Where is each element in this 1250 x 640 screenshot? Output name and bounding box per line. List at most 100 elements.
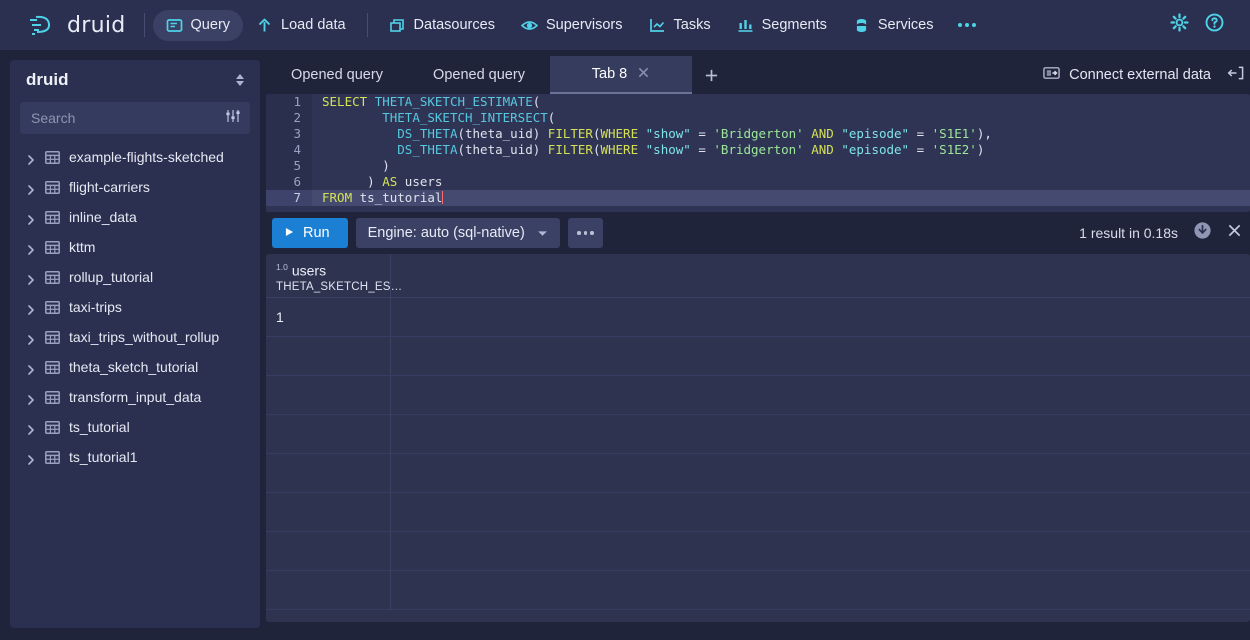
table-cell[interactable] (391, 415, 1250, 453)
table-row[interactable] (266, 415, 1250, 454)
datasource-sidebar: druid exampl (10, 60, 260, 628)
nav-item-supervisors[interactable]: Supervisors (508, 10, 636, 41)
table-row[interactable] (266, 571, 1250, 610)
results-column-header-users[interactable]: 1.0users THETA_SKETCH_ES… (266, 254, 391, 297)
filter-sliders-icon[interactable] (225, 108, 241, 129)
datasource-item[interactable]: taxi-trips (10, 292, 260, 322)
ellipsis-dot (972, 23, 976, 27)
table-icon (45, 270, 60, 285)
datasource-item[interactable]: rollup_tutorial (10, 262, 260, 292)
table-cell[interactable] (266, 337, 391, 375)
chevron-right-icon[interactable] (26, 302, 36, 312)
line-number: 5 (266, 158, 312, 174)
ellipsis-dot (965, 23, 969, 27)
nav-divider-1 (144, 13, 145, 37)
datasource-name: example-flights-sketched (69, 149, 224, 165)
datasource-list: example-flights-sketched flight-carriers… (10, 140, 260, 472)
datasource-item[interactable]: theta_sketch_tutorial (10, 352, 260, 382)
nav-overflow-button[interactable] (947, 16, 987, 34)
close-results-icon[interactable] (1227, 223, 1242, 243)
datasource-item[interactable]: inline_data (10, 202, 260, 232)
engine-select-button[interactable]: Engine: auto (sql-native) (356, 218, 560, 248)
table-cell[interactable] (266, 376, 391, 414)
nav-item-segments[interactable]: Segments (724, 10, 840, 41)
table-cell[interactable] (391, 376, 1250, 414)
datasource-item[interactable]: flight-carriers (10, 172, 260, 202)
run-button[interactable]: Run (272, 218, 348, 248)
close-tab-icon[interactable] (637, 66, 650, 83)
table-cell[interactable] (391, 532, 1250, 570)
datasource-item[interactable]: kttm (10, 232, 260, 262)
chevron-right-icon[interactable] (26, 422, 36, 432)
chevron-right-icon[interactable] (26, 332, 36, 342)
editor-line: 1SELECT THETA_SKETCH_ESTIMATE( (266, 94, 1250, 110)
nav-item-label: Tasks (674, 17, 711, 33)
chevron-right-icon[interactable] (26, 272, 36, 282)
table-cell[interactable] (266, 493, 391, 531)
nav-item-tasks[interactable]: Tasks (636, 10, 724, 41)
chevron-right-icon[interactable] (26, 212, 36, 222)
table-cell[interactable] (391, 337, 1250, 375)
download-icon[interactable] (1193, 221, 1212, 245)
chevron-right-icon[interactable] (26, 242, 36, 252)
editor-line: 6 ) AS users (266, 174, 1250, 190)
table-icon (45, 390, 60, 405)
table-cell[interactable]: 1 (266, 298, 391, 336)
gear-icon[interactable] (1170, 13, 1189, 37)
table-row[interactable]: 1 (266, 298, 1250, 337)
brand-logo[interactable]: druid (14, 13, 136, 38)
line-code: THETA_SKETCH_INTERSECT( (312, 110, 1250, 126)
datasource-item[interactable]: taxi_trips_without_rollup (10, 322, 260, 352)
datasource-item[interactable]: ts_tutorial1 (10, 442, 260, 472)
datasource-item[interactable]: transform_input_data (10, 382, 260, 412)
nav-item-services[interactable]: Services (840, 10, 947, 41)
chevron-right-icon[interactable] (26, 392, 36, 402)
chevron-right-icon[interactable] (26, 362, 36, 372)
table-cell[interactable] (266, 415, 391, 453)
table-row[interactable] (266, 493, 1250, 532)
table-cell[interactable] (266, 532, 391, 570)
help-icon[interactable] (1205, 13, 1224, 37)
table-cell[interactable] (391, 454, 1250, 492)
table-cell[interactable] (266, 571, 391, 609)
datasource-item[interactable]: ts_tutorial (10, 412, 260, 442)
table-row[interactable] (266, 454, 1250, 493)
connect-external-data-button[interactable]: Connect external data (1043, 65, 1211, 85)
sort-updown-icon[interactable] (234, 72, 246, 88)
datasource-name: taxi-trips (69, 299, 122, 315)
chevron-right-icon[interactable] (26, 182, 36, 192)
table-cell[interactable] (266, 454, 391, 492)
query-tab-1[interactable]: Opened query (266, 56, 408, 94)
nav-item-query[interactable]: Query (153, 10, 244, 41)
line-code: DS_THETA(theta_uid) FILTER(WHERE "show" … (312, 126, 1250, 142)
table-icon (45, 300, 60, 315)
add-tab-button[interactable] (692, 56, 731, 94)
sql-editor[interactable]: 1SELECT THETA_SKETCH_ESTIMATE(2 THETA_SK… (266, 94, 1250, 212)
query-tab-2[interactable]: Opened query (408, 56, 550, 94)
table-row[interactable] (266, 337, 1250, 376)
table-row[interactable] (266, 532, 1250, 571)
line-code: ) (312, 158, 1250, 174)
query-tab-3[interactable]: Tab 8 (550, 56, 692, 94)
search-input[interactable] (31, 110, 225, 126)
table-cell[interactable] (391, 493, 1250, 531)
nav-item-datasources[interactable]: Datasources (376, 10, 508, 41)
query-run-toolbar: Run Engine: auto (sql-native) 1 result i… (266, 212, 1250, 254)
chevron-right-icon[interactable] (26, 452, 36, 462)
table-icon (45, 180, 60, 195)
table-cell[interactable] (391, 298, 1250, 336)
query-more-options-button[interactable] (568, 218, 603, 248)
table-row[interactable] (266, 376, 1250, 415)
datasource-item[interactable]: example-flights-sketched (10, 142, 260, 172)
line-number: 1 (266, 94, 312, 110)
datasource-name: rollup_tutorial (69, 269, 153, 285)
results-table[interactable]: 1.0users THETA_SKETCH_ES… 1 (266, 254, 1250, 622)
search-box[interactable] (20, 102, 250, 134)
results-column-header-empty[interactable] (391, 254, 1250, 297)
collapse-panel-icon[interactable] (1227, 65, 1244, 86)
chevron-right-icon[interactable] (26, 152, 36, 162)
nav-items: Query Load data Datasources (153, 10, 987, 41)
nav-item-load-data[interactable]: Load data (243, 10, 359, 41)
line-number: 4 (266, 142, 312, 158)
table-cell[interactable] (391, 571, 1250, 609)
